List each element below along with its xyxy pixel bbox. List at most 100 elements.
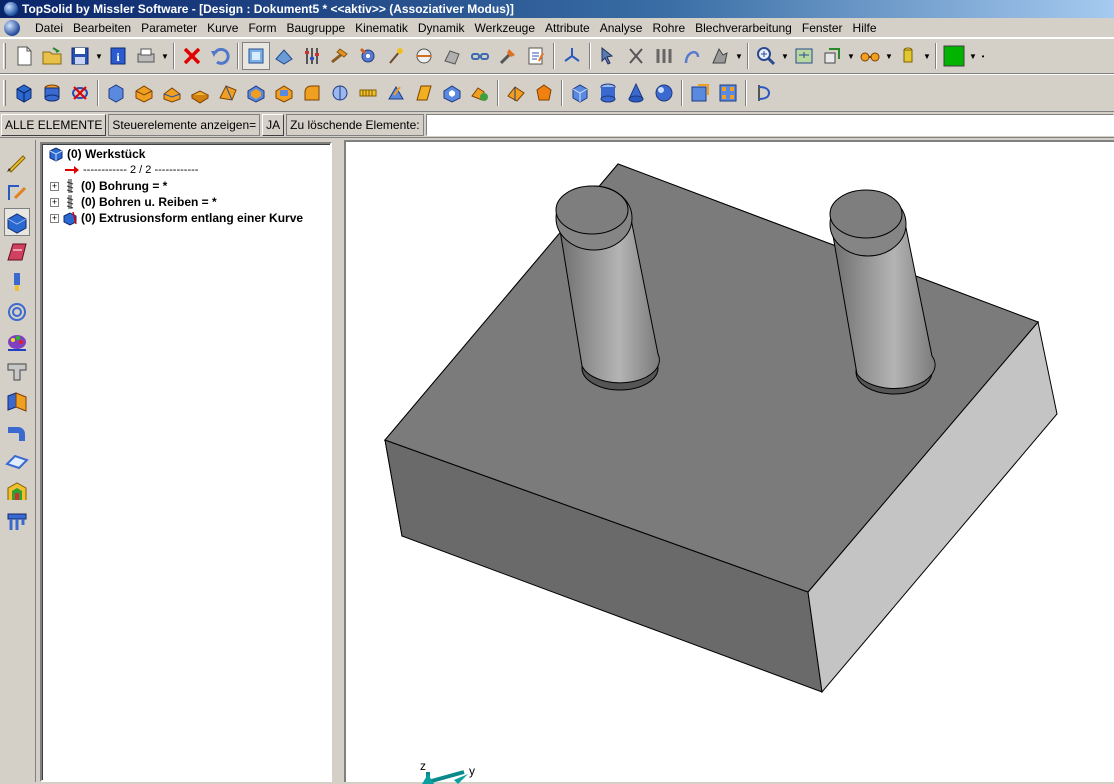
more-tools-icon[interactable]: • (978, 42, 988, 70)
menu-parameter[interactable]: Parameter (136, 19, 202, 37)
print-icon[interactable] (132, 42, 160, 70)
tree-expand-icon[interactable]: + (50, 197, 59, 207)
cursor-select-icon[interactable] (594, 42, 622, 70)
view-orientation-icon[interactable] (818, 42, 846, 70)
menu-dynamik[interactable]: Dynamik (413, 19, 470, 37)
menu-form[interactable]: Form (243, 19, 281, 37)
panel-splitter[interactable] (332, 140, 342, 782)
drafting-icon[interactable] (4, 238, 30, 266)
view-dropdown-arrow[interactable]: ▼ (846, 42, 856, 70)
tree-item[interactable]: + (0) Extrusionsform entlang einer Kurve (50, 210, 303, 226)
menu-kurve[interactable]: Kurve (202, 19, 243, 37)
link-icon[interactable] (466, 42, 494, 70)
pocket-icon[interactable] (438, 79, 466, 107)
layer-cylinder-icon[interactable] (894, 42, 922, 70)
insert-part-icon[interactable] (686, 79, 714, 107)
tools-group-icon[interactable] (706, 42, 734, 70)
save-disk-icon[interactable] (66, 42, 94, 70)
rib-icon[interactable] (410, 79, 438, 107)
current-color-swatch[interactable] (940, 42, 968, 70)
menu-analyse[interactable]: Analyse (595, 19, 648, 37)
boolean-icon[interactable] (270, 79, 298, 107)
graphics-viewport[interactable]: z y (344, 140, 1114, 784)
system-menu-icon[interactable] (4, 19, 20, 36)
show-controls-toggle[interactable]: JA (262, 113, 285, 136)
save-dropdown-arrow[interactable]: ▼ (94, 42, 104, 70)
thread-icon[interactable] (354, 79, 382, 107)
fillet-icon[interactable] (298, 79, 326, 107)
tools-icon[interactable] (494, 42, 522, 70)
grid-pattern-icon[interactable] (714, 79, 742, 107)
pipe-icon[interactable] (4, 418, 30, 446)
tree-item[interactable]: + (0) Bohren u. Reiben = * (50, 194, 217, 210)
material-icon[interactable] (466, 79, 494, 107)
menu-baugruppe[interactable]: Baugruppe (281, 19, 350, 37)
tool-probe-icon[interactable] (4, 268, 30, 296)
zoom-fit-icon[interactable] (790, 42, 818, 70)
curve-pencil-icon[interactable] (4, 148, 30, 176)
loft-icon[interactable] (214, 79, 242, 107)
columns-icon[interactable] (650, 42, 678, 70)
menu-bearbeiten[interactable]: Bearbeiten (68, 19, 136, 37)
cylinder-stack-icon[interactable] (38, 79, 66, 107)
analysis-tools-icon[interactable] (750, 79, 778, 107)
redraw-icon[interactable] (242, 42, 270, 70)
layer-dropdown-arrow[interactable]: ▼ (922, 42, 932, 70)
print-dropdown-arrow[interactable]: ▼ (160, 42, 170, 70)
new-document-icon[interactable] (10, 42, 38, 70)
extrude-icon[interactable] (130, 79, 158, 107)
cut-icon[interactable] (622, 42, 650, 70)
menu-rohre[interactable]: Rohre (647, 19, 690, 37)
undo-icon[interactable] (206, 42, 234, 70)
delete-elements-input[interactable] (425, 113, 1114, 136)
document-edit-icon[interactable] (522, 42, 550, 70)
tree-root-item[interactable]: (0) Werkstück (48, 146, 145, 162)
tree-expand-icon[interactable]: + (50, 181, 59, 191)
sketch-profile-icon[interactable] (4, 178, 30, 206)
tools-dropdown-arrow[interactable]: ▼ (734, 42, 744, 70)
chamfer-icon[interactable] (326, 79, 354, 107)
menu-werkzeuge[interactable]: Werkzeuge (470, 19, 540, 37)
shape-box-icon[interactable] (102, 79, 130, 107)
sheet-metal-icon[interactable] (4, 388, 30, 416)
curve-tool-icon[interactable] (678, 42, 706, 70)
menu-attribute[interactable]: Attribute (540, 19, 595, 37)
polyhedron-icon[interactable] (530, 79, 558, 107)
sphere-primitive-icon[interactable] (650, 79, 678, 107)
wrench-gear-icon[interactable] (354, 42, 382, 70)
toolbar-grip[interactable] (3, 43, 6, 69)
open-folder-icon[interactable] (38, 42, 66, 70)
shape-mode-icon[interactable] (4, 208, 30, 236)
measure-icon[interactable] (410, 42, 438, 70)
remove-shape-icon[interactable] (66, 79, 94, 107)
cube-primitive-icon[interactable] (566, 79, 594, 107)
zoom-dropdown-arrow[interactable]: ▼ (780, 42, 790, 70)
glasses-icon[interactable] (856, 42, 884, 70)
render-mode-icon[interactable] (270, 42, 298, 70)
revolve-icon[interactable] (158, 79, 186, 107)
cylinder-primitive-icon[interactable] (594, 79, 622, 107)
cone-primitive-icon[interactable] (622, 79, 650, 107)
zoom-icon[interactable] (752, 42, 780, 70)
draft-icon[interactable] (382, 79, 410, 107)
toolbar-grip[interactable] (3, 80, 6, 106)
menu-fenster[interactable]: Fenster (797, 19, 848, 37)
circular-pattern-icon[interactable] (4, 298, 30, 326)
info-icon[interactable]: i (104, 42, 132, 70)
hammer-icon[interactable] (326, 42, 354, 70)
assembly-icon[interactable] (4, 478, 30, 506)
all-elements-button[interactable]: ALLE ELEMENTE (1, 113, 107, 136)
menu-blechverarbeitung[interactable]: Blechverarbeitung (690, 19, 797, 37)
pattern-icon[interactable] (438, 42, 466, 70)
menu-kinematik[interactable]: Kinematik (350, 19, 413, 37)
glasses-dropdown-arrow[interactable]: ▼ (884, 42, 894, 70)
settings-sliders-icon[interactable] (298, 42, 326, 70)
block-icon[interactable] (10, 79, 38, 107)
plane-icon[interactable] (4, 448, 30, 476)
surface-icon[interactable] (502, 79, 530, 107)
tree-expand-icon[interactable]: + (50, 213, 59, 223)
sweep-icon[interactable] (186, 79, 214, 107)
mold-tool-icon[interactable] (4, 508, 30, 536)
menu-datei[interactable]: Datei (30, 19, 68, 37)
menu-hilfe[interactable]: Hilfe (848, 19, 882, 37)
